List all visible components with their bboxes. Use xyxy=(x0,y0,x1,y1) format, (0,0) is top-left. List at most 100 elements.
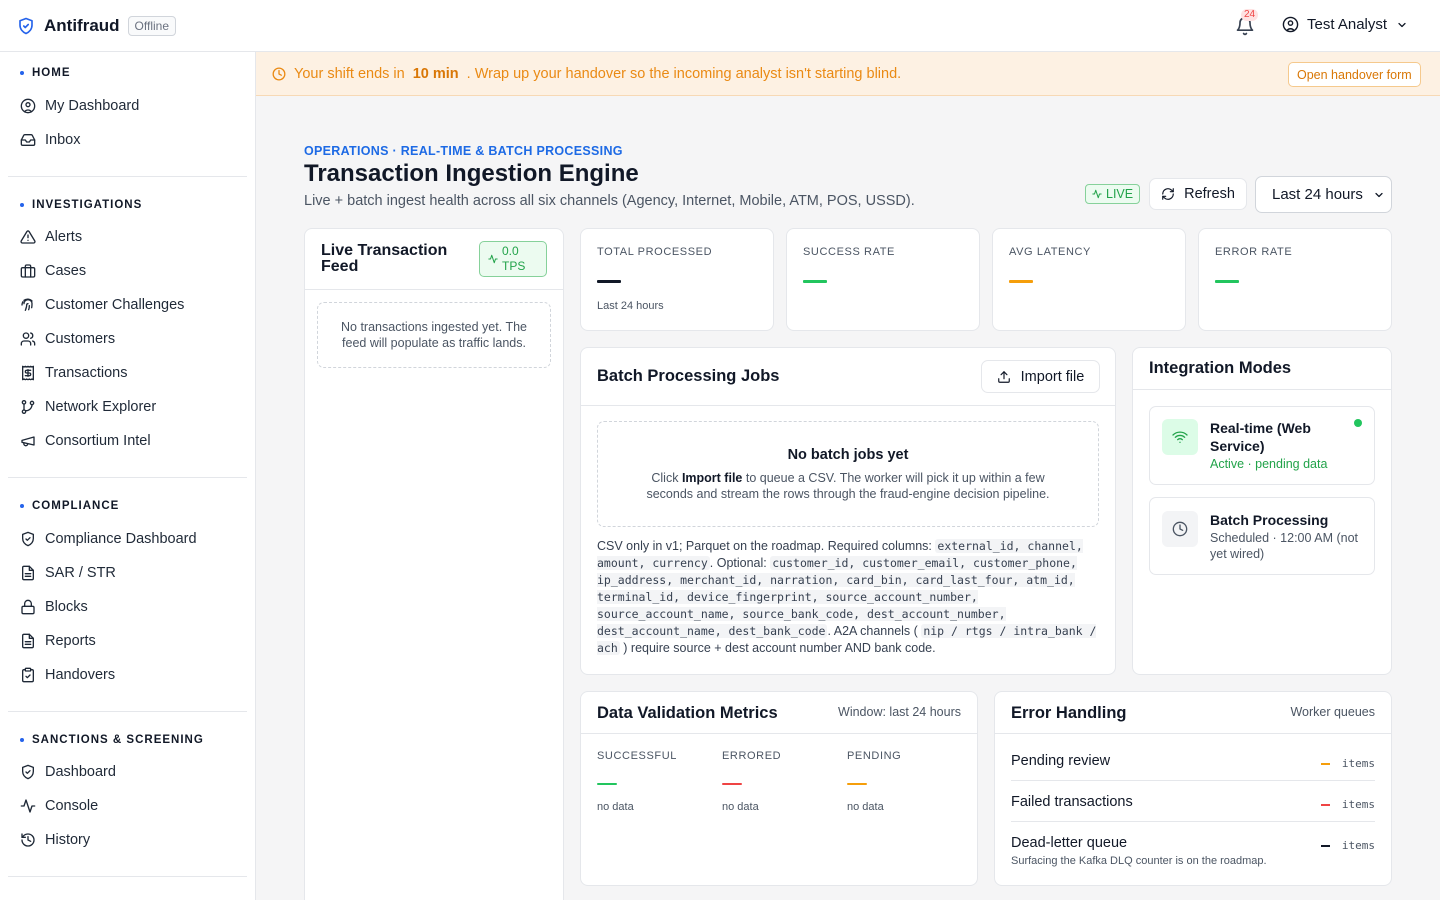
card-divider xyxy=(995,733,1391,734)
batch-empty-text: Click Import file to queue a CSV. The wo… xyxy=(598,470,1098,502)
live-label: LIVE xyxy=(1106,187,1134,201)
sidebar-item-label: Customer Challenges xyxy=(45,297,185,313)
queue-count: items xyxy=(1320,757,1375,770)
queue-count-placeholder xyxy=(1320,844,1330,847)
sidebar-item-label: Cases xyxy=(45,263,87,279)
refresh-button[interactable]: Refresh xyxy=(1149,178,1247,210)
sidebar-section-sanctions: SANCTIONS & SCREENING xyxy=(20,734,204,746)
sidebar-item-label: Network Explorer xyxy=(45,399,157,415)
brand[interactable]: Antifraud Offline xyxy=(17,15,177,36)
feed-empty-text: No transactions ingested yet. The feed w… xyxy=(341,320,527,350)
sidebar-divider xyxy=(8,176,247,177)
queue-count-unit: items xyxy=(1341,798,1375,811)
queue-count-unit: items xyxy=(1341,839,1375,852)
sidebar-item-compliance-dashboard[interactable]: Compliance Dashboard xyxy=(20,524,246,554)
section-heading: INVESTIGATIONS xyxy=(32,199,143,211)
wifi-icon xyxy=(1162,419,1198,455)
section-dot xyxy=(20,71,24,75)
error-handling-title: Error Handling xyxy=(1011,704,1127,722)
file-text-icon xyxy=(20,633,36,649)
section-heading: SANCTIONS & SCREENING xyxy=(32,734,204,746)
row-divider xyxy=(1011,780,1375,781)
sidebar-item-sar-str[interactable]: SAR / STR xyxy=(20,558,246,588)
optional-label: . Optional: xyxy=(709,556,767,570)
sidebar-item-my-dashboard[interactable]: My Dashboard xyxy=(20,91,246,121)
section-dot xyxy=(20,504,24,508)
sidebar-item-reports[interactable]: Reports xyxy=(20,626,246,656)
user-circle-icon xyxy=(20,98,36,114)
lock-icon xyxy=(20,599,36,615)
integration-mode-realtime[interactable]: Real-time (Web Service) Active · pending… xyxy=(1149,406,1375,485)
history-icon xyxy=(20,832,36,848)
queue-row-dead-letter[interactable]: Dead-letter queue Surfacing the Kafka DL… xyxy=(1011,835,1375,867)
briefcase-icon xyxy=(20,263,36,279)
tps-value: 0.0 TPS xyxy=(502,244,526,273)
sidebar-section-home: HOME xyxy=(20,67,71,79)
metric-label: PENDING xyxy=(847,750,902,762)
tps-badge: 0.0 TPS xyxy=(479,241,547,277)
shield-check-icon xyxy=(20,764,36,780)
sidebar-item-sanctions-dashboard[interactable]: Dashboard xyxy=(20,757,246,787)
sidebar-item-label: History xyxy=(45,832,91,848)
sidebar-item-transactions[interactable]: Transactions xyxy=(20,358,246,388)
activity-icon xyxy=(1092,189,1102,199)
sidebar-item-label: Inbox xyxy=(45,132,81,148)
schema-intro: CSV only in v1; Parquet on the roadmap. … xyxy=(597,539,932,553)
app-name: Antifraud xyxy=(44,15,120,35)
validation-window: Window: last 24 hours xyxy=(838,705,961,719)
queue-row-failed-transactions[interactable]: Failed transactions items xyxy=(1011,794,1375,811)
stat-card-avg-latency: AVG LATENCY xyxy=(992,228,1186,331)
clock-icon xyxy=(1162,511,1198,547)
sidebar-divider xyxy=(8,477,247,478)
a2a-suffix: ) require source + dest account number A… xyxy=(623,641,936,655)
sidebar-item-customers[interactable]: Customers xyxy=(20,324,246,354)
banner-text: Your shift ends in xyxy=(294,65,405,82)
sidebar-item-label: My Dashboard xyxy=(45,98,140,114)
sidebar-item-customer-challenges[interactable]: Customer Challenges xyxy=(20,290,246,320)
time-range-select[interactable]: Last 24 hours xyxy=(1255,176,1392,213)
stat-label: TOTAL PROCESSED xyxy=(597,246,713,258)
queue-count: items xyxy=(1320,839,1375,852)
sidebar-item-history[interactable]: History xyxy=(20,825,246,855)
data-validation-card: Data Validation Metrics Window: last 24 … xyxy=(580,691,978,886)
batch-jobs-title: Batch Processing Jobs xyxy=(597,367,780,385)
import-file-button[interactable]: Import file xyxy=(981,360,1100,393)
sidebar-item-handovers[interactable]: Handovers xyxy=(20,660,246,690)
stat-value-placeholder xyxy=(1009,280,1033,283)
sidebar-item-blocks[interactable]: Blocks xyxy=(20,592,246,622)
stat-value-placeholder xyxy=(1215,280,1239,283)
sidebar-item-label: Dashboard xyxy=(45,764,116,780)
top-bar: Antifraud Offline 24 Test Analyst xyxy=(0,0,1440,52)
sidebar-item-network-explorer[interactable]: Network Explorer xyxy=(20,392,246,422)
stat-value-placeholder xyxy=(803,280,827,283)
sidebar-item-cases[interactable]: Cases xyxy=(20,256,246,286)
error-handling-subtitle: Worker queues xyxy=(1290,705,1375,719)
time-range-value: Last 24 hours xyxy=(1272,186,1363,203)
stat-card-error-rate: ERROR RATE xyxy=(1198,228,1392,331)
sidebar-item-console[interactable]: Console xyxy=(20,791,246,821)
stat-card-success-rate: SUCCESS RATE xyxy=(786,228,980,331)
user-menu[interactable]: Test Analyst xyxy=(1282,16,1408,33)
sidebar-item-label: Compliance Dashboard xyxy=(45,531,197,547)
import-file-label: Import file xyxy=(1020,368,1085,385)
notification-badge: 24 xyxy=(1241,9,1259,21)
metric-subtext: no data xyxy=(847,801,884,813)
integration-mode-name: Real-time (Web Service) xyxy=(1210,420,1311,454)
data-validation-title: Data Validation Metrics xyxy=(597,704,778,722)
offline-badge: Offline xyxy=(127,15,177,36)
stat-label: ERROR RATE xyxy=(1215,246,1293,258)
batch-empty-text-before: Click xyxy=(651,471,679,485)
queue-count-placeholder xyxy=(1320,803,1330,806)
batch-empty-state: No batch jobs yet Click Import file to q… xyxy=(597,421,1099,527)
stat-label: AVG LATENCY xyxy=(1009,246,1091,258)
sidebar-divider xyxy=(8,876,247,877)
sidebar-item-inbox[interactable]: Inbox xyxy=(20,125,246,155)
metric-value-placeholder xyxy=(722,783,742,785)
open-handover-button[interactable]: Open handover form xyxy=(1288,62,1421,87)
sidebar-item-alerts[interactable]: Alerts xyxy=(20,222,246,252)
integration-mode-batch[interactable]: Batch Processing Scheduled · 12:00 AM (n… xyxy=(1149,497,1375,575)
queue-row-pending-review[interactable]: Pending review items xyxy=(1011,753,1375,770)
live-badge: LIVE xyxy=(1085,184,1141,204)
batch-empty-title: No batch jobs yet xyxy=(787,447,909,463)
sidebar-item-consortium-intel[interactable]: Consortium Intel xyxy=(20,426,246,456)
